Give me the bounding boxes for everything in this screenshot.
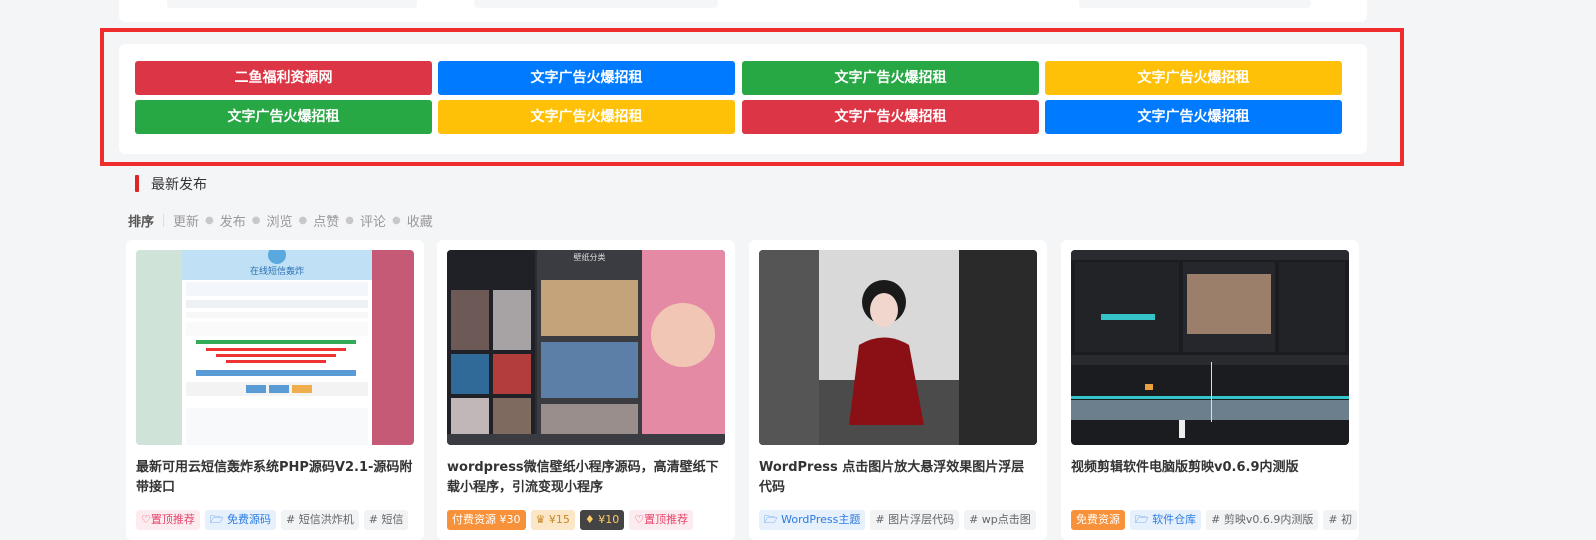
post-thumbnail[interactable] — [759, 250, 1037, 445]
section-title: 最新发布 — [151, 177, 207, 193]
post-tags: 付费资源 ¥30 ♛ ¥15 ♦ ¥10 ♡置顶推荐 — [447, 510, 698, 530]
tag-keyword[interactable]: # 短信洪炸机 — [281, 510, 359, 530]
sort-publish[interactable]: 发布 — [220, 211, 246, 230]
tag-keyword[interactable]: # wp点击图 — [964, 510, 1036, 530]
tag-svip-price[interactable]: ♦ ¥10 — [579, 510, 625, 530]
sort-views[interactable]: 浏览 — [267, 211, 293, 230]
post-thumbnail[interactable]: 壁纸分类 — [447, 250, 725, 445]
post-card-2[interactable]: 壁纸分类 wordpress微信壁纸小程序源码，高清壁纸下载小程序，引流变现小程… — [437, 240, 735, 540]
placeholder-strip — [1079, 0, 1311, 8]
tag-vip-price[interactable]: ♛ ¥15 — [530, 510, 575, 530]
tag-pinned[interactable]: ♡置顶推荐 — [629, 510, 694, 530]
tag-keyword[interactable]: # 短信 — [363, 510, 409, 530]
post-card-3[interactable]: WordPress 点击图片放大悬浮效果图片浮层代码 🗁 WordPress主题… — [749, 240, 1047, 540]
wallpaper-app-screenshot-image — [447, 250, 725, 445]
thumb-heading: 在线短信轰炸 — [249, 267, 304, 277]
sort-comments[interactable]: 评论 — [360, 211, 386, 230]
tag-category[interactable]: 🗁 WordPress主题 — [759, 510, 866, 530]
placeholder-strip — [167, 0, 417, 8]
tag-paid-price[interactable]: 付费资源 ¥30 — [447, 510, 526, 530]
dot-separator: ● — [392, 215, 401, 226]
post-title[interactable]: WordPress 点击图片放大悬浮效果图片浮层代码 — [759, 458, 1037, 498]
tag-keyword[interactable]: # 剪映v0.6.9内测版 — [1206, 510, 1319, 530]
photo-thumbnail-image — [759, 250, 1037, 445]
post-title[interactable]: wordpress微信壁纸小程序源码，高清壁纸下载小程序，引流变现小程序 — [447, 458, 725, 498]
top-card-partial — [119, 0, 1367, 22]
post-title[interactable]: 最新可用云短信轰炸系统PHP源码V2.1-源码附带接口 — [136, 458, 414, 498]
placeholder-strip — [474, 0, 718, 8]
sms-site-screenshot-image — [136, 250, 414, 445]
post-tags: 免费资源 🗁 软件仓库 # 剪映v0.6.9内测版 # 初 — [1071, 510, 1359, 530]
dot-separator: ● — [205, 215, 214, 226]
dot-separator: ● — [251, 215, 261, 226]
dot-separator: ● — [298, 215, 308, 226]
sort-update[interactable]: 更新 — [173, 211, 199, 230]
post-card-1[interactable]: 在线短信轰炸 最新可用云短信轰炸系统PHP源码V2.1-源码附带接口 ♡置顶推荐… — [126, 240, 424, 540]
sort-bar: 排序 更新 ● 发布 ● 浏览 ● 点赞 ● 评论 ● 收藏 — [128, 211, 433, 230]
tag-keyword[interactable]: # 初 — [1323, 510, 1358, 530]
tag-category[interactable]: 🗁 免费源码 — [204, 510, 277, 530]
thumb-heading: 壁纸分类 — [573, 253, 606, 262]
sort-divider — [163, 214, 165, 227]
post-thumbnail[interactable] — [1071, 250, 1349, 445]
sort-favorites[interactable]: 收藏 — [407, 211, 433, 230]
post-tags: 🗁 WordPress主题 # 图片浮层代码 # wp点击图 — [759, 510, 1041, 530]
section-accent-bar — [135, 175, 139, 192]
tag-free-resource[interactable]: 免费资源 — [1071, 510, 1125, 530]
sort-likes[interactable]: 点赞 — [313, 211, 339, 230]
post-title[interactable]: 视频剪辑软件电脑版剪映v0.6.9内测版 — [1071, 458, 1349, 478]
sort-label: 排序 — [128, 215, 155, 230]
post-tags: ♡置顶推荐 🗁 免费源码 # 短信洪炸机 # 短信 — [136, 510, 413, 530]
tag-keyword[interactable]: # 图片浮层代码 — [870, 510, 960, 530]
post-thumbnail[interactable]: 在线短信轰炸 — [136, 250, 414, 445]
video-editor-screenshot-image — [1071, 250, 1349, 445]
tag-category[interactable]: 🗁 软件仓库 — [1130, 510, 1202, 530]
post-card-4[interactable]: 视频剪辑软件电脑版剪映v0.6.9内测版 免费资源 🗁 软件仓库 # 剪映v0.… — [1061, 240, 1359, 540]
tag-pinned[interactable]: ♡置顶推荐 — [136, 510, 200, 530]
dot-separator: ● — [345, 215, 355, 226]
highlight-box — [100, 28, 1404, 166]
